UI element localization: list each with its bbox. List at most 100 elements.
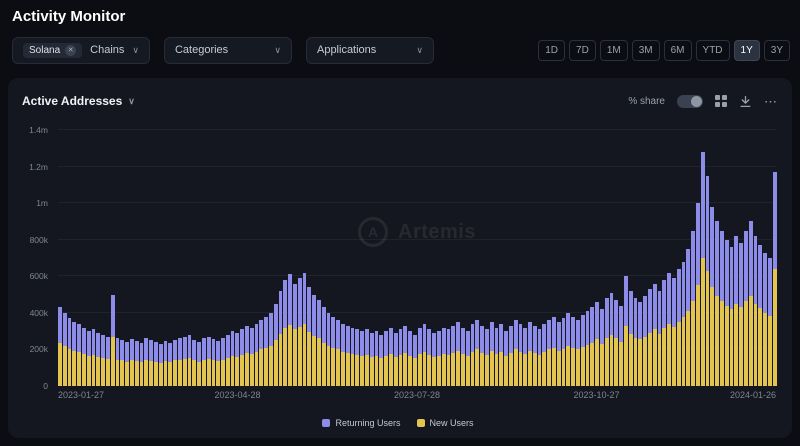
bar[interactable] <box>686 130 691 386</box>
bar[interactable] <box>302 130 307 386</box>
bar[interactable] <box>556 130 561 386</box>
bar[interactable] <box>72 130 77 386</box>
bar[interactable] <box>163 130 168 386</box>
bar[interactable] <box>460 130 465 386</box>
bar[interactable] <box>331 130 336 386</box>
bar[interactable] <box>293 130 297 386</box>
bar[interactable] <box>134 130 139 386</box>
bar[interactable] <box>676 130 681 386</box>
bar[interactable] <box>144 130 149 386</box>
bar[interactable] <box>81 130 86 386</box>
bar[interactable] <box>441 130 446 386</box>
bar[interactable] <box>561 130 566 386</box>
bar[interactable] <box>365 130 369 386</box>
bar[interactable] <box>595 130 600 386</box>
applications-dropdown[interactable]: Applications ∨ <box>305 36 434 64</box>
bar[interactable] <box>384 130 388 386</box>
bar[interactable] <box>576 130 580 386</box>
bar[interactable] <box>398 130 403 386</box>
bar[interactable] <box>77 130 81 386</box>
bar[interactable] <box>149 130 153 386</box>
bar[interactable] <box>739 130 743 386</box>
more-icon[interactable]: ⋯ <box>764 95 778 108</box>
bar[interactable] <box>566 130 571 386</box>
metric-selector[interactable]: Active Addresses ∨ <box>22 94 135 108</box>
time-range-3y[interactable]: 3Y <box>763 39 790 61</box>
bar[interactable] <box>192 130 197 386</box>
close-icon[interactable]: ✕ <box>65 44 77 56</box>
bar[interactable] <box>600 130 604 386</box>
bar[interactable] <box>412 130 417 386</box>
bar[interactable] <box>379 130 384 386</box>
bar[interactable] <box>489 130 494 386</box>
bar[interactable] <box>504 130 508 386</box>
time-range-6m[interactable]: 6M <box>663 39 692 61</box>
bar[interactable] <box>763 130 767 386</box>
bar[interactable] <box>67 130 72 386</box>
bar[interactable] <box>710 130 715 386</box>
bar[interactable] <box>86 130 91 386</box>
time-range-ytd[interactable]: YTD <box>695 39 730 61</box>
bar[interactable] <box>667 130 671 386</box>
download-icon[interactable] <box>739 95 752 108</box>
time-range-1d[interactable]: 1D <box>538 39 566 61</box>
bar[interactable] <box>480 130 484 386</box>
bar[interactable] <box>245 130 249 386</box>
bar[interactable] <box>278 130 283 386</box>
bar[interactable] <box>508 130 513 386</box>
bar[interactable] <box>158 130 163 386</box>
bar[interactable] <box>624 130 628 386</box>
bar[interactable] <box>648 130 652 386</box>
bar[interactable] <box>585 130 590 386</box>
bar[interactable] <box>249 130 254 386</box>
bar[interactable] <box>355 130 360 386</box>
bar[interactable] <box>719 130 724 386</box>
bar[interactable] <box>417 130 422 386</box>
bar[interactable] <box>614 130 619 386</box>
bar[interactable] <box>182 130 187 386</box>
bar[interactable] <box>62 130 67 386</box>
bar[interactable] <box>187 130 192 386</box>
bar[interactable] <box>465 130 470 386</box>
bar[interactable] <box>767 130 772 386</box>
bar[interactable] <box>125 130 129 386</box>
bar[interactable] <box>288 130 293 386</box>
bar[interactable] <box>273 130 278 386</box>
bar[interactable] <box>427 130 432 386</box>
bar[interactable] <box>753 130 758 386</box>
bar[interactable] <box>350 130 355 386</box>
bar[interactable] <box>283 130 288 386</box>
bar[interactable] <box>240 130 245 386</box>
bar[interactable] <box>724 130 729 386</box>
bar[interactable] <box>552 130 556 386</box>
bar[interactable] <box>211 130 216 386</box>
bar[interactable] <box>321 130 326 386</box>
bar[interactable] <box>470 130 475 386</box>
bar[interactable] <box>571 130 576 386</box>
bar[interactable] <box>269 130 273 386</box>
share-toggle[interactable] <box>677 94 703 108</box>
bar[interactable] <box>408 130 412 386</box>
bar[interactable] <box>681 130 686 386</box>
bar[interactable] <box>312 130 317 386</box>
bar[interactable] <box>643 130 648 386</box>
bar[interactable] <box>110 130 115 386</box>
bar[interactable] <box>341 130 345 386</box>
bar[interactable] <box>518 130 523 386</box>
legend-item-new-users[interactable]: New Users <box>416 418 474 428</box>
bar[interactable] <box>691 130 695 386</box>
legend-item-returning-users[interactable]: Returning Users <box>322 418 401 428</box>
bar[interactable] <box>772 130 777 386</box>
bar[interactable] <box>705 130 710 386</box>
bar[interactable] <box>513 130 518 386</box>
bar[interactable] <box>537 130 542 386</box>
bar[interactable] <box>662 130 667 386</box>
bar[interactable] <box>436 130 441 386</box>
bar[interactable] <box>173 130 177 386</box>
bar[interactable] <box>475 130 480 386</box>
grid-icon[interactable] <box>715 95 727 107</box>
bar[interactable] <box>542 130 547 386</box>
bar[interactable] <box>743 130 748 386</box>
bar[interactable] <box>307 130 312 386</box>
bar[interactable] <box>547 130 552 386</box>
